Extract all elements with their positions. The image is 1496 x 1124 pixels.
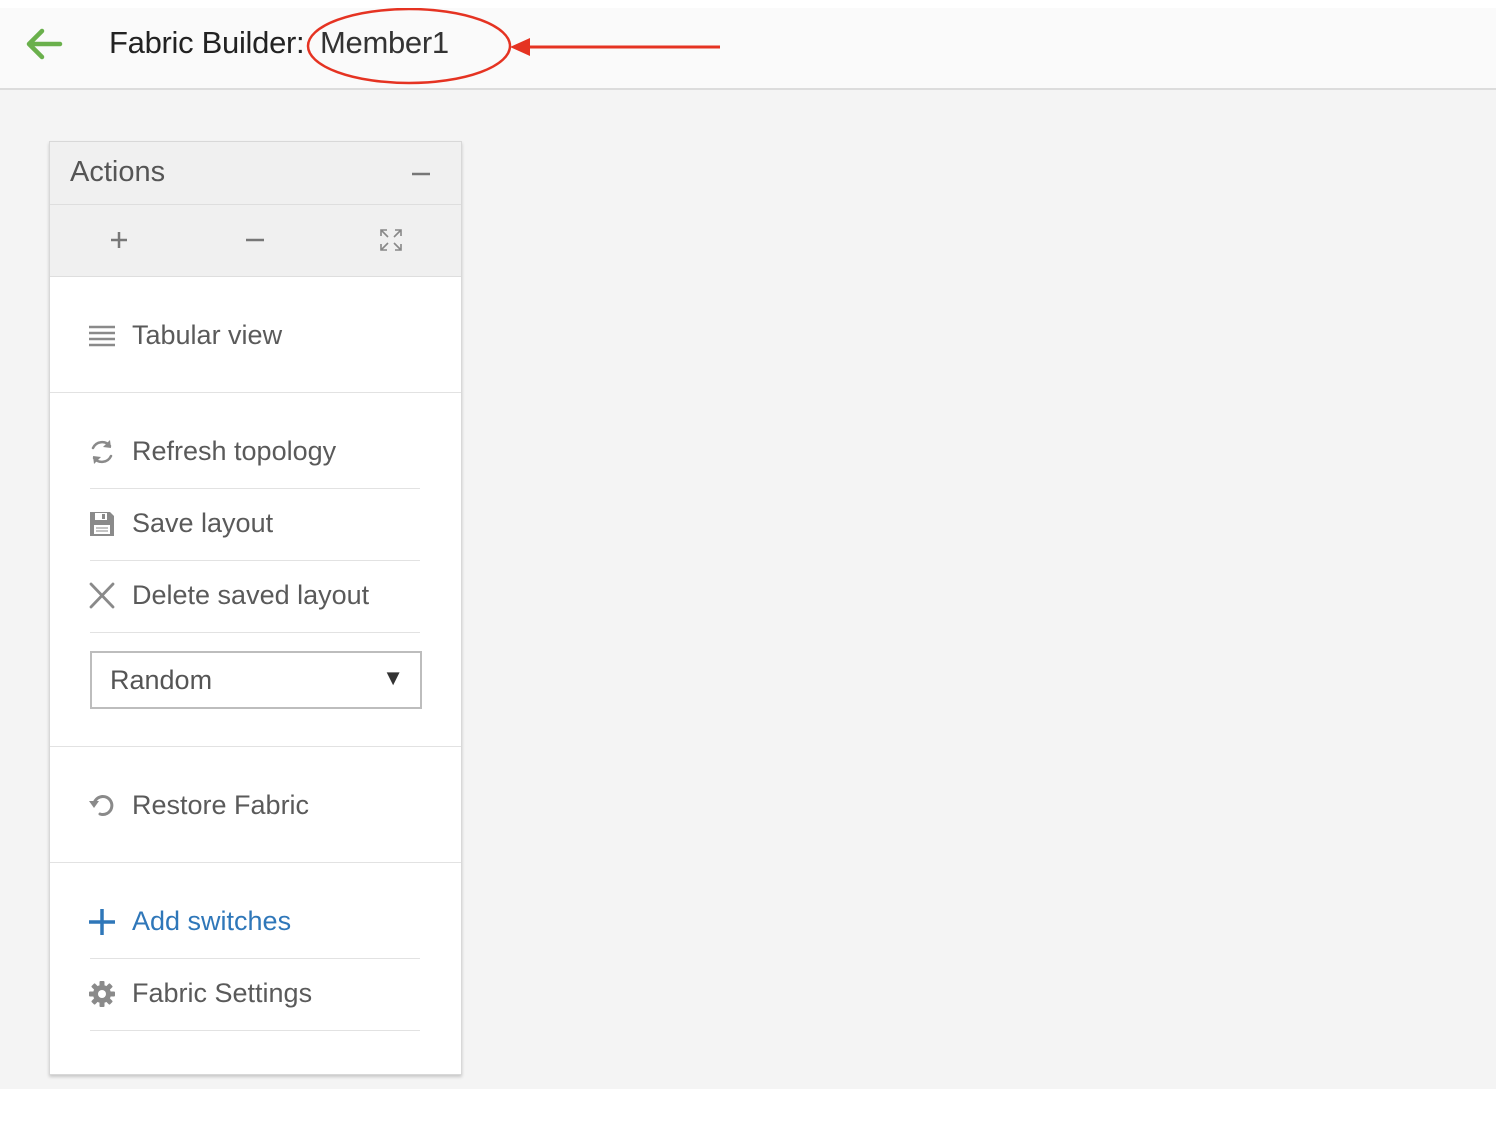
item-divider [90, 1030, 420, 1031]
item-divider [90, 488, 420, 489]
section-divider [50, 862, 461, 863]
refresh-topology-action[interactable]: Refresh topology [88, 430, 422, 474]
item-divider [90, 560, 420, 561]
fit-to-screen-icon [380, 229, 402, 251]
actions-panel-title: Actions [70, 156, 166, 188]
layout-select-value: Random [110, 665, 213, 695]
list-icon [89, 325, 115, 347]
collapse-panel-button[interactable] [410, 162, 432, 184]
delete-saved-layout-action[interactable]: Delete saved layout [88, 574, 422, 618]
add-switches-label: Add switches [132, 906, 292, 936]
restore-fabric-action[interactable]: Restore Fabric [88, 784, 422, 828]
add-switches-action[interactable]: Add switches [88, 900, 422, 944]
restore-fabric-label: Restore Fabric [132, 790, 310, 820]
item-divider [90, 632, 420, 633]
minus-icon [412, 172, 430, 176]
top-header: Fabric Builder: Member1 [0, 8, 1496, 90]
save-icon [90, 512, 114, 536]
app-background: Fabric Builder: Member1 Actions Tabular … [0, 8, 1496, 1089]
layout-select[interactable]: Random ▼ [90, 651, 422, 709]
plus-icon [89, 909, 115, 935]
chevron-down-icon: ▼ [382, 665, 404, 690]
gear-icon [89, 981, 115, 1007]
section-divider [50, 746, 461, 747]
fit-to-screen-button[interactable] [376, 225, 406, 255]
delete-saved-layout-label: Delete saved layout [132, 580, 370, 610]
actions-panel: Actions Tabular view Refresh topology Sa… [49, 141, 462, 1075]
zoom-out-button[interactable] [240, 225, 270, 255]
zoom-in-button[interactable] [104, 225, 134, 255]
close-icon [89, 582, 115, 609]
tabular-view-action[interactable]: Tabular view [88, 314, 422, 358]
page-title: Fabric Builder: [109, 25, 305, 60]
fabric-settings-label: Fabric Settings [132, 978, 313, 1008]
restore-icon [89, 794, 114, 816]
fabric-name: Member1 [320, 25, 449, 60]
fabric-settings-action[interactable]: Fabric Settings [88, 972, 422, 1016]
arrow-left-icon [26, 28, 63, 60]
save-layout-label: Save layout [132, 508, 274, 538]
back-button[interactable] [22, 26, 66, 62]
actions-panel-header: Actions [50, 142, 461, 205]
section-divider [50, 392, 461, 393]
tabular-view-label: Tabular view [132, 320, 283, 350]
item-divider [90, 958, 420, 959]
zoom-in-icon [111, 232, 127, 248]
refresh-topology-label: Refresh topology [132, 436, 337, 466]
save-layout-action[interactable]: Save layout [88, 502, 422, 546]
refresh-icon [91, 440, 113, 464]
zoom-out-icon [246, 238, 264, 242]
zoom-controls [50, 205, 461, 277]
